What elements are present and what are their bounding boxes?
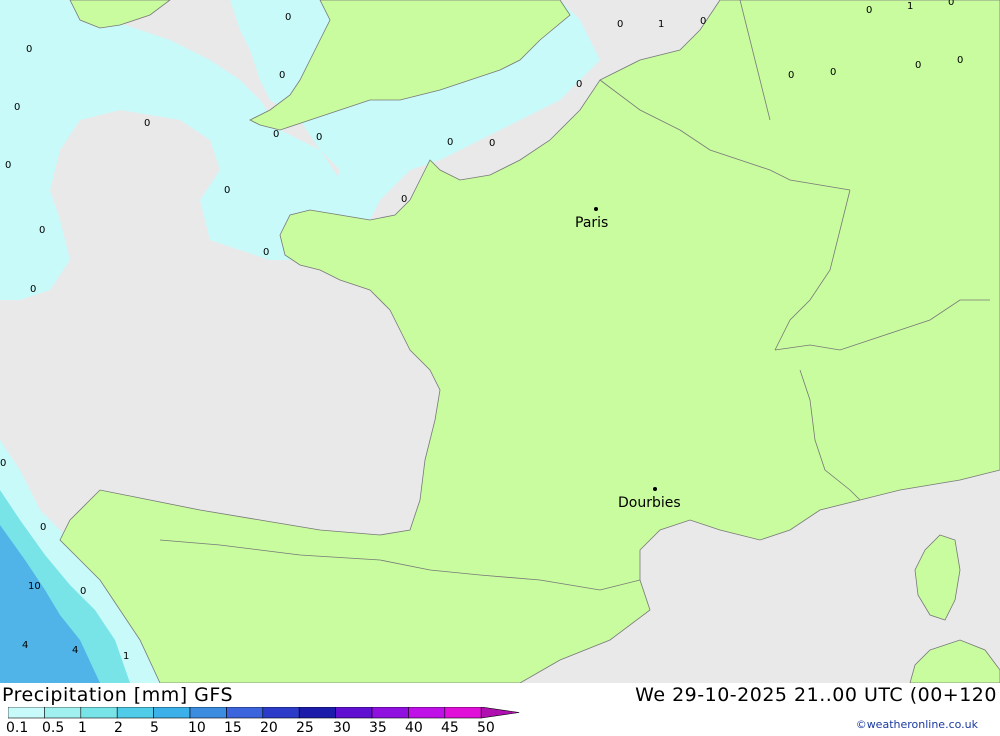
precip-value: 1 [123,651,129,662]
precip-value: 0 [30,284,36,295]
precip-value: 0 [401,194,407,205]
precip-value: 0 [447,137,453,148]
legend-tick-label: 30 [333,720,351,736]
precip-value: 0 [316,132,322,143]
legend-tick-label: 10 [188,720,206,736]
precip-value: 0 [14,102,20,113]
color-legend [8,707,520,719]
map-viewer: 0 0 1 0 0 1 0 0 0 0 0 0 0 0 0 0 0 0 0 0 … [0,0,1000,736]
legend-swatch [408,707,446,719]
legend-swatch [153,707,191,719]
city-marker-icon [653,487,657,491]
legend-swatch [298,707,336,719]
precip-value: 0 [224,185,230,196]
forecast-datetime: We 29-10-2025 21..00 UTC (00+120 [635,684,997,706]
precip-value: 0 [788,70,794,81]
legend-swatch [335,707,373,719]
city-label: Paris [575,215,608,231]
legend-swatch [262,707,300,719]
precip-value: 0 [830,67,836,78]
city-marker-icon [594,207,598,211]
precip-value: 0 [866,5,872,16]
precip-value: 4 [22,640,28,651]
precip-value: 0 [144,118,150,129]
legend-tick-label: 1 [78,720,87,736]
legend-swatch [189,707,227,719]
map-title: Precipitation [mm] GFS [2,684,234,706]
precip-value: 4 [72,645,78,656]
city-label: Dourbies [618,495,681,511]
precip-value: 1 [658,19,664,30]
legend-swatch [371,707,409,719]
legend-ticks: 0.1 0.5 1 2 5 10 15 20 25 30 35 40 45 50 [0,720,520,736]
legend-swatch [80,707,118,719]
precip-value: 0 [285,12,291,23]
legend-swatch [44,707,82,719]
legend-swatch [226,707,264,719]
legend-tick-label: 35 [369,720,387,736]
precip-value: 0 [263,247,269,258]
precip-value: 0 [617,19,623,30]
precip-value: 0 [279,70,285,81]
precip-value: 0 [80,586,86,597]
legend-tick-label: 25 [296,720,314,736]
precip-value: 0 [39,225,45,236]
precip-value: 0 [0,458,6,469]
precip-value: 10 [28,581,41,592]
legend-tick-label: 5 [150,720,159,736]
precip-value: 0 [948,0,954,8]
legend-tick-label: 2 [114,720,123,736]
legend-swatch [116,707,154,719]
precip-value: 1 [907,1,913,12]
precipitation-map[interactable]: 0 0 1 0 0 1 0 0 0 0 0 0 0 0 0 0 0 0 0 0 … [0,0,1000,683]
legend-tick-label: 40 [405,720,423,736]
precip-value: 0 [40,522,46,533]
legend-tick-label: 0.1 [6,720,29,736]
legend-tick-label: 45 [441,720,459,736]
precip-value: 0 [957,55,963,66]
precip-value: 0 [5,160,11,171]
legend-tick-label: 50 [477,720,495,736]
legend-tick-label: 15 [224,720,242,736]
legend-swatch [480,707,520,719]
precip-value: 0 [26,44,32,55]
legend-tick-label: 20 [260,720,278,736]
precip-value: 0 [576,79,582,90]
legend-tick-label: 0.5 [42,720,65,736]
precip-value: 0 [915,60,921,71]
precip-value: 0 [700,16,706,27]
precip-value: 0 [489,138,495,149]
legend-swatch [8,707,45,719]
precip-value: 0 [273,129,279,140]
credit-link[interactable]: ©weatheronline.co.uk [856,718,978,731]
legend-swatch [444,707,482,719]
